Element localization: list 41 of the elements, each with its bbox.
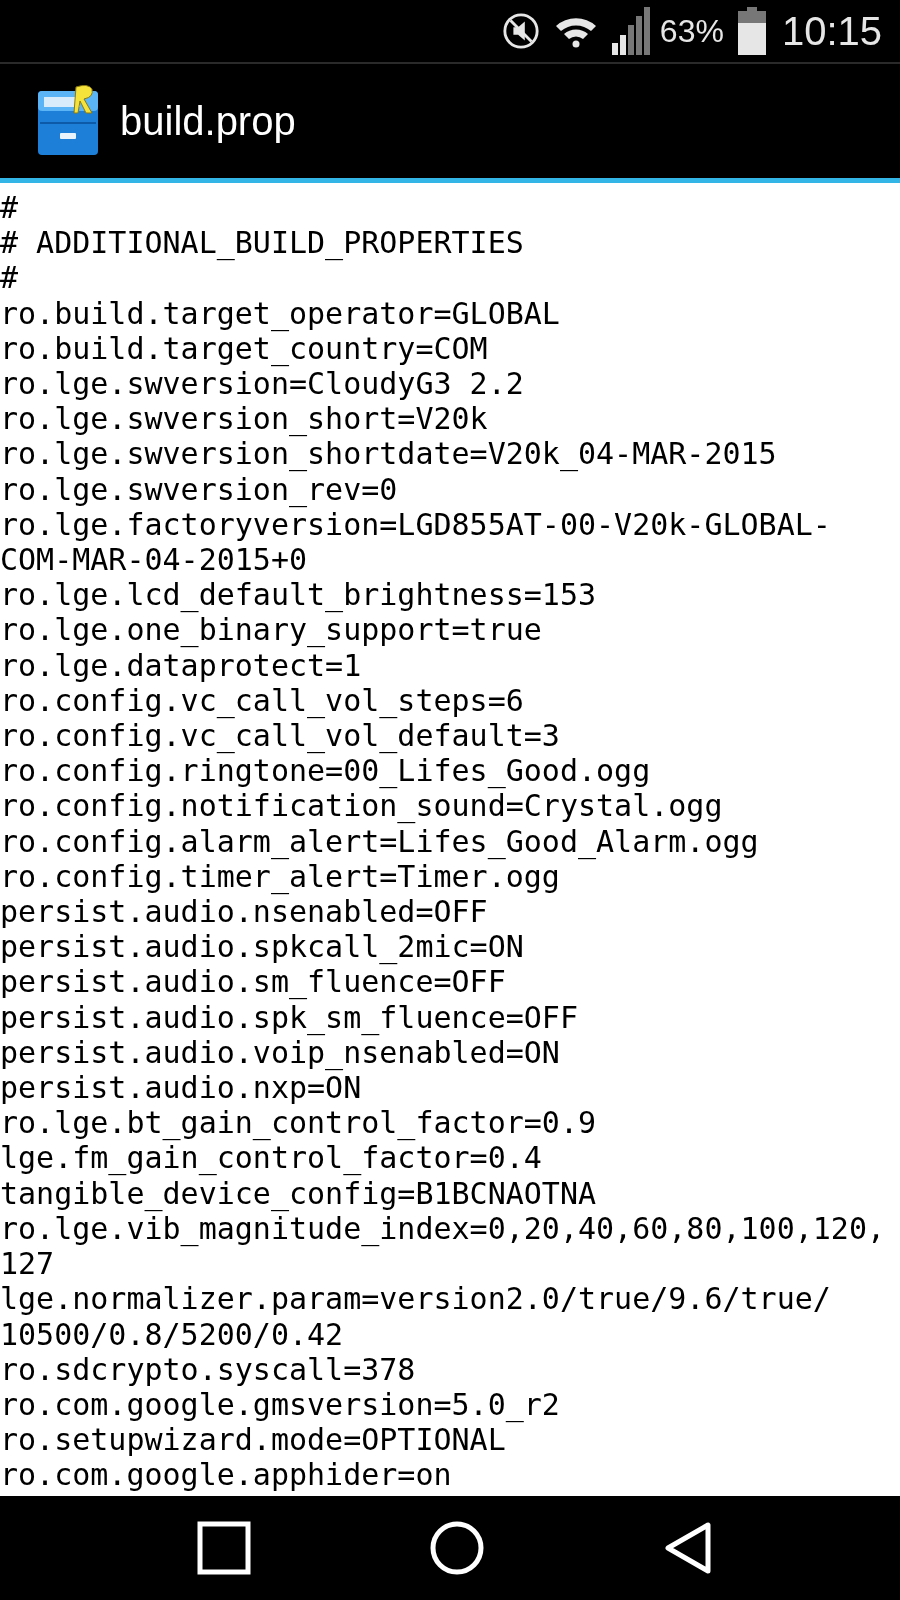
text-line: persist.audio.sm_fluence=OFF — [0, 964, 506, 1000]
text-line: # — [0, 190, 19, 226]
file-title: build.prop — [120, 98, 296, 144]
battery-icon — [737, 7, 766, 55]
text-line: ro.config.alarm_alert=Lifes_Good_Alarm.ogg — [0, 823, 759, 859]
text-line: persist.audio.spk_sm_fluence=OFF — [0, 999, 578, 1035]
home-button[interactable] — [429, 1520, 485, 1576]
text-line: ro.lge.one_binary_support=true — [0, 612, 542, 648]
text-line: ro.config.timer_alert=Timer.ogg — [0, 858, 560, 895]
signal-icon — [611, 7, 650, 55]
recents-button[interactable] — [197, 1521, 251, 1575]
text-line: persist.audio.voip_nsenabled=ON — [0, 1034, 560, 1071]
text-line: tangible_device_config=B1BCNAOTNA — [0, 1175, 597, 1211]
text-line: ro.lge.swversion_rev=0 — [0, 471, 398, 507]
text-line: ro.build.target_country=COM — [0, 330, 488, 366]
text-line: ro.lge.dataprotect=1 — [0, 647, 362, 683]
battery-percent: 63% — [659, 12, 724, 50]
text-line: ro.config.vc_call_vol_steps=6 — [0, 682, 524, 719]
text-line: ro.build.target_operator=GLOBAL — [0, 295, 560, 331]
back-button[interactable] — [663, 1521, 713, 1575]
text-line: ro.com.google.apphider=on — [0, 1457, 452, 1493]
text-editor[interactable] — [0, 183, 900, 1496]
text-line: ro.lge.swversion_short=V20k — [0, 401, 488, 437]
text-line: ro.lge.swversion=CloudyG3 2.2 — [0, 366, 524, 402]
text-line: ro.config.vc_call_vol_default=3 — [0, 718, 560, 754]
clock: 10:15 — [781, 8, 882, 54]
text-line: # — [0, 260, 19, 296]
text-line: lge.fm_gain_control_factor=0.4 — [0, 1140, 542, 1176]
text-line: ro.lge.bt_gain_control_factor=0.9 — [0, 1105, 597, 1141]
text-line: ro.lge.lcd_default_brightness=153 — [0, 577, 597, 613]
text-line: ro.setupwizard.mode=OPTIONAL — [0, 1422, 506, 1458]
text-line: persist.audio.nsenabled=OFF — [0, 894, 488, 930]
text-line: ro.config.ringtone=00_Lifes_Good.ogg — [0, 753, 651, 789]
text-line: ro.sdcrypto.syscall=378 — [0, 1351, 416, 1387]
mute-icon — [501, 12, 540, 50]
text-line: ro.config.notification_sound=Crystal.ogg — [0, 788, 723, 824]
text-line: ro.lge.swversion_shortdate=V20k_04-MAR-2015 — [0, 436, 777, 472]
text-line: ro.com.google.gmsversion=5.0_r2 — [0, 1386, 560, 1423]
text-line: persist.audio.spkcall_2mic=ON — [0, 929, 524, 965]
text-line: persist.audio.nxp=ON — [0, 1070, 362, 1106]
text-line: # ADDITIONAL_BUILD_PROPERTIES — [0, 225, 524, 261]
